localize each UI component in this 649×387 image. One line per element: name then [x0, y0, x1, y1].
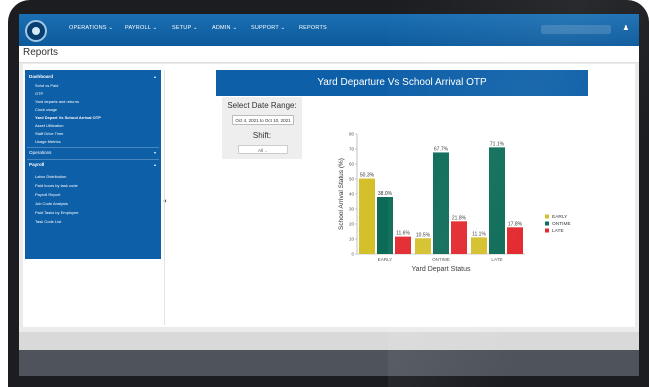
page-title-bar: Reports	[19, 46, 639, 63]
nav-operations[interactable]: OPERATIONS ⌄	[69, 25, 113, 31]
sidebar-divider	[27, 147, 159, 148]
y-tick-label: 10	[349, 237, 355, 242]
sidebar-section-payroll[interactable]: Payroll	[29, 162, 44, 167]
sidebar-divider	[27, 159, 159, 160]
data-label: 71.1%	[490, 141, 505, 147]
nav-admin[interactable]: ADMIN ⌄	[212, 25, 237, 31]
sidebar-item-asset-utilization[interactable]: Asset Utilization	[35, 123, 63, 128]
sidebar-item-paid-tasks[interactable]: Paid Tasks by Employee	[35, 210, 79, 215]
bar-late-late	[507, 227, 523, 254]
page-title: Reports	[23, 47, 59, 58]
y-tick-label: 0	[351, 252, 354, 257]
chart-title: Yard Departure Vs School Arrival OTP	[317, 77, 487, 88]
chevron-down-icon: ⌄	[264, 148, 269, 153]
legend-label: EARLY	[552, 214, 568, 220]
x-tick-label: EARLY	[378, 257, 393, 262]
x-tick-label: LATE	[491, 257, 502, 262]
otp-bar-chart: 0 10 20 30 40 50 60 70 80 50.3% 38.0% 11.6% EARLY 10.…	[338, 132, 571, 274]
sidebar-item-paid-hours[interactable]: Paid hours by task code	[35, 183, 78, 188]
chevron-down-icon[interactable]: ▾	[154, 150, 156, 155]
y-tick-label: 20	[349, 222, 355, 227]
taskbar-area	[19, 350, 639, 376]
bar-ontime-ontime	[433, 152, 449, 254]
sidebar-item-yard-vs-school-otp[interactable]: Yard Depart Vs School Arrival OTP	[35, 115, 101, 120]
bar-late-ontime	[489, 147, 505, 254]
bar-ontime-late	[451, 221, 467, 254]
nav-payroll[interactable]: PAYROLL ⌄	[125, 25, 157, 31]
footer-area	[19, 332, 639, 350]
chevron-up-icon[interactable]: ▴	[154, 162, 156, 167]
bar-early-ontime	[377, 197, 393, 254]
legend-swatch	[545, 214, 549, 219]
bar-ontime-early	[415, 238, 431, 254]
nav-setup[interactable]: SETUP ⌄	[172, 25, 198, 31]
shift-label: Shift:	[252, 131, 272, 140]
x-axis-title: Yard Depart Status	[411, 266, 471, 273]
app-screen: OPERATIONS ⌄ PAYROLL ⌄ SETUP ⌄ ADMIN ⌄ S…	[19, 14, 639, 376]
data-label: 38.0%	[378, 191, 393, 197]
sidebar-item-labor-distribution[interactable]: Labor Distribution	[35, 174, 66, 179]
y-axis-title: School Arrival Status (%)	[338, 158, 345, 230]
date-range-label: Select Date Range:	[227, 101, 297, 110]
data-label: 17.8%	[508, 221, 523, 227]
sidebar-section-dashboard[interactable]: Dashboard	[29, 74, 53, 79]
sidebar-item-payroll-report[interactable]: Payroll Report	[35, 192, 60, 197]
legend-swatch	[545, 228, 549, 233]
date-range-input[interactable]: Oct 4, 2021 to Oct 10, 2021	[232, 115, 294, 125]
shift-select[interactable]: All ⌄	[238, 145, 288, 154]
chart-title-banner: Yard Departure Vs School Arrival OTP	[216, 70, 588, 96]
y-tick-label: 30	[349, 207, 355, 212]
data-label: 11.6%	[396, 231, 410, 237]
sidebar-section-operations[interactable]: Operations	[29, 150, 51, 155]
device-frame: OPERATIONS ⌄ PAYROLL ⌄ SETUP ⌄ ADMIN ⌄ S…	[8, 0, 649, 387]
sidebar-item-job-code-analysis[interactable]: Job Code Analysis	[35, 201, 68, 206]
y-tick-label: 50	[349, 177, 355, 182]
bar-early-late	[395, 236, 411, 254]
data-label: 10.5%	[416, 232, 431, 238]
y-tick-label: 40	[349, 192, 355, 197]
top-navigation-bar: OPERATIONS ⌄ PAYROLL ⌄ SETUP ⌄ ADMIN ⌄ S…	[19, 14, 639, 46]
sidebar-item-yard-departs[interactable]: Yard departs and returns	[35, 99, 79, 104]
sidebar-item-usage-metrics[interactable]: Usage Metrics	[35, 139, 61, 144]
legend-label: LATE	[552, 228, 564, 234]
sidebar-item-task-code-list[interactable]: Task Code List	[35, 219, 61, 224]
report-sidebar: Dashboard ▴ Schd vs Paid OTP Yard depart…	[25, 70, 161, 259]
user-icon[interactable]: ♟	[623, 24, 629, 32]
chevron-up-icon[interactable]: ▴	[154, 74, 156, 79]
sidebar-splitter[interactable]	[164, 70, 165, 325]
data-label: 21.8%	[452, 215, 467, 221]
x-tick-label: ONTIME	[432, 257, 450, 262]
nav-support[interactable]: SUPPORT ⌄	[251, 25, 285, 31]
sidebar-item-otp[interactable]: OTP	[35, 91, 43, 96]
app-logo[interactable]	[25, 20, 47, 42]
nav-search-field[interactable]	[541, 25, 611, 34]
y-tick-label: 80	[349, 132, 355, 137]
data-label: 50.3%	[360, 173, 375, 179]
data-label: 11.1%	[472, 231, 486, 237]
legend-label: ONTIME	[552, 221, 571, 227]
y-tick-label: 60	[349, 162, 355, 167]
y-tick-label: 70	[349, 147, 355, 152]
bar-early-early	[359, 178, 375, 254]
legend-swatch	[545, 221, 549, 226]
data-label: 67.7%	[434, 146, 449, 152]
filter-panel: Select Date Range: Oct 4, 2021 to Oct 10…	[222, 97, 302, 159]
sidebar-item-staff-drive-time[interactable]: Staff Drive Time	[35, 131, 63, 136]
report-content: Dashboard ▴ Schd vs Paid OTP Yard depart…	[23, 64, 635, 327]
sidebar-item-clock-usage[interactable]: Clock usage	[35, 107, 57, 112]
nav-reports[interactable]: REPORTS	[299, 25, 327, 31]
sidebar-item-schd-vs-paid[interactable]: Schd vs Paid	[35, 83, 58, 88]
bar-late-early	[471, 237, 487, 254]
